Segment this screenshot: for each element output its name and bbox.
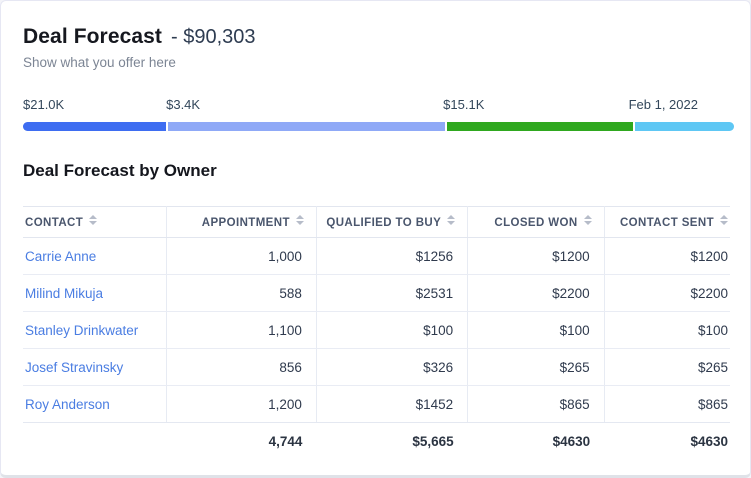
sort-icon[interactable] <box>447 215 455 225</box>
cell-appointment: 588 <box>167 275 317 312</box>
cell-qualified: $1256 <box>316 238 467 275</box>
cell-appointment: 1,000 <box>167 238 317 275</box>
cell-sent: $2200 <box>604 275 730 312</box>
table-row: Stanley Drinkwater 1,100 $100 $100 $100 <box>23 312 730 349</box>
progress-label: $21.0K <box>23 97 64 112</box>
contact-link[interactable]: Josef Stravinsky <box>25 360 123 375</box>
cell-qualified: $2531 <box>316 275 467 312</box>
cell-closed: $865 <box>468 386 604 423</box>
sort-icon[interactable] <box>720 215 728 225</box>
table-row: Roy Anderson 1,200 $1452 $865 $865 <box>23 386 730 423</box>
totals-spacer <box>23 423 167 460</box>
cell-closed: $100 <box>468 312 604 349</box>
contact-link[interactable]: Roy Anderson <box>25 397 110 412</box>
progress-label: $3.4K <box>166 97 200 112</box>
column-header-closed-won[interactable]: Closed won <box>468 207 604 238</box>
column-header-label: Qualified to buy <box>326 217 441 229</box>
table-heading: Deal Forecast by Owner <box>23 161 728 181</box>
column-header-label: Closed won <box>494 217 577 229</box>
deal-forecast-card: Deal Forecast - $90,303 Show what you of… <box>0 0 751 478</box>
total-closed: $4630 <box>468 423 604 460</box>
cell-appointment: 856 <box>167 349 317 386</box>
deal-forecast-table: Contact Appointment Qualified to buy Clo… <box>23 206 730 460</box>
total-sent: $4630 <box>604 423 730 460</box>
total-qualified: $5,665 <box>316 423 467 460</box>
column-header-qualified-to-buy[interactable]: Qualified to buy <box>316 207 467 238</box>
cell-appointment: 1,200 <box>167 386 317 423</box>
cell-closed: $1200 <box>468 238 604 275</box>
table-row: Milind Mikuja 588 $2531 $2200 $2200 <box>23 275 730 312</box>
progress-segment[interactable] <box>447 122 632 131</box>
cell-qualified: $100 <box>316 312 467 349</box>
total-appointment: 4,744 <box>167 423 317 460</box>
progress-segment[interactable] <box>635 122 734 131</box>
cell-closed: $265 <box>468 349 604 386</box>
table-header-row: Contact Appointment Qualified to buy Clo… <box>23 207 730 238</box>
column-header-label: Contact sent <box>620 217 714 229</box>
column-header-appointment[interactable]: Appointment <box>167 207 317 238</box>
column-header-label: Appointment <box>202 217 290 229</box>
totals-row: 4,744 $5,665 $4630 $4630 <box>23 423 730 460</box>
sort-icon[interactable] <box>584 215 592 225</box>
table-row: Carrie Anne 1,000 $1256 $1200 $1200 <box>23 238 730 275</box>
contact-link[interactable]: Carrie Anne <box>25 249 96 264</box>
page-subtitle: Show what you offer here <box>23 55 728 70</box>
progress-segment[interactable] <box>23 122 166 131</box>
sort-icon[interactable] <box>296 215 304 225</box>
cell-closed: $2200 <box>468 275 604 312</box>
page-title-amount: - $90,303 <box>171 26 256 49</box>
column-header-label: Contact <box>25 217 83 229</box>
table-row: Josef Stravinsky 856 $326 $265 $265 <box>23 349 730 386</box>
cell-qualified: $326 <box>316 349 467 386</box>
page-title: Deal Forecast - $90,303 <box>23 25 728 49</box>
cell-sent: $265 <box>604 349 730 386</box>
contact-link[interactable]: Milind Mikuja <box>25 286 103 301</box>
page-title-text: Deal Forecast <box>23 25 162 49</box>
sort-icon[interactable] <box>89 215 97 225</box>
cell-sent: $865 <box>604 386 730 423</box>
progress-segment[interactable] <box>168 122 445 131</box>
column-header-contact[interactable]: Contact <box>23 207 167 238</box>
progress-labels: $21.0K $3.4K $15.1K Feb 1, 2022 <box>23 97 728 113</box>
progress-label: Feb 1, 2022 <box>629 97 698 112</box>
cell-appointment: 1,100 <box>167 312 317 349</box>
cell-sent: $100 <box>604 312 730 349</box>
cell-qualified: $1452 <box>316 386 467 423</box>
forecast-progress-bar <box>23 122 728 131</box>
contact-link[interactable]: Stanley Drinkwater <box>25 323 138 338</box>
progress-label: $15.1K <box>443 97 484 112</box>
cell-sent: $1200 <box>604 238 730 275</box>
column-header-contact-sent[interactable]: Contact sent <box>604 207 730 238</box>
